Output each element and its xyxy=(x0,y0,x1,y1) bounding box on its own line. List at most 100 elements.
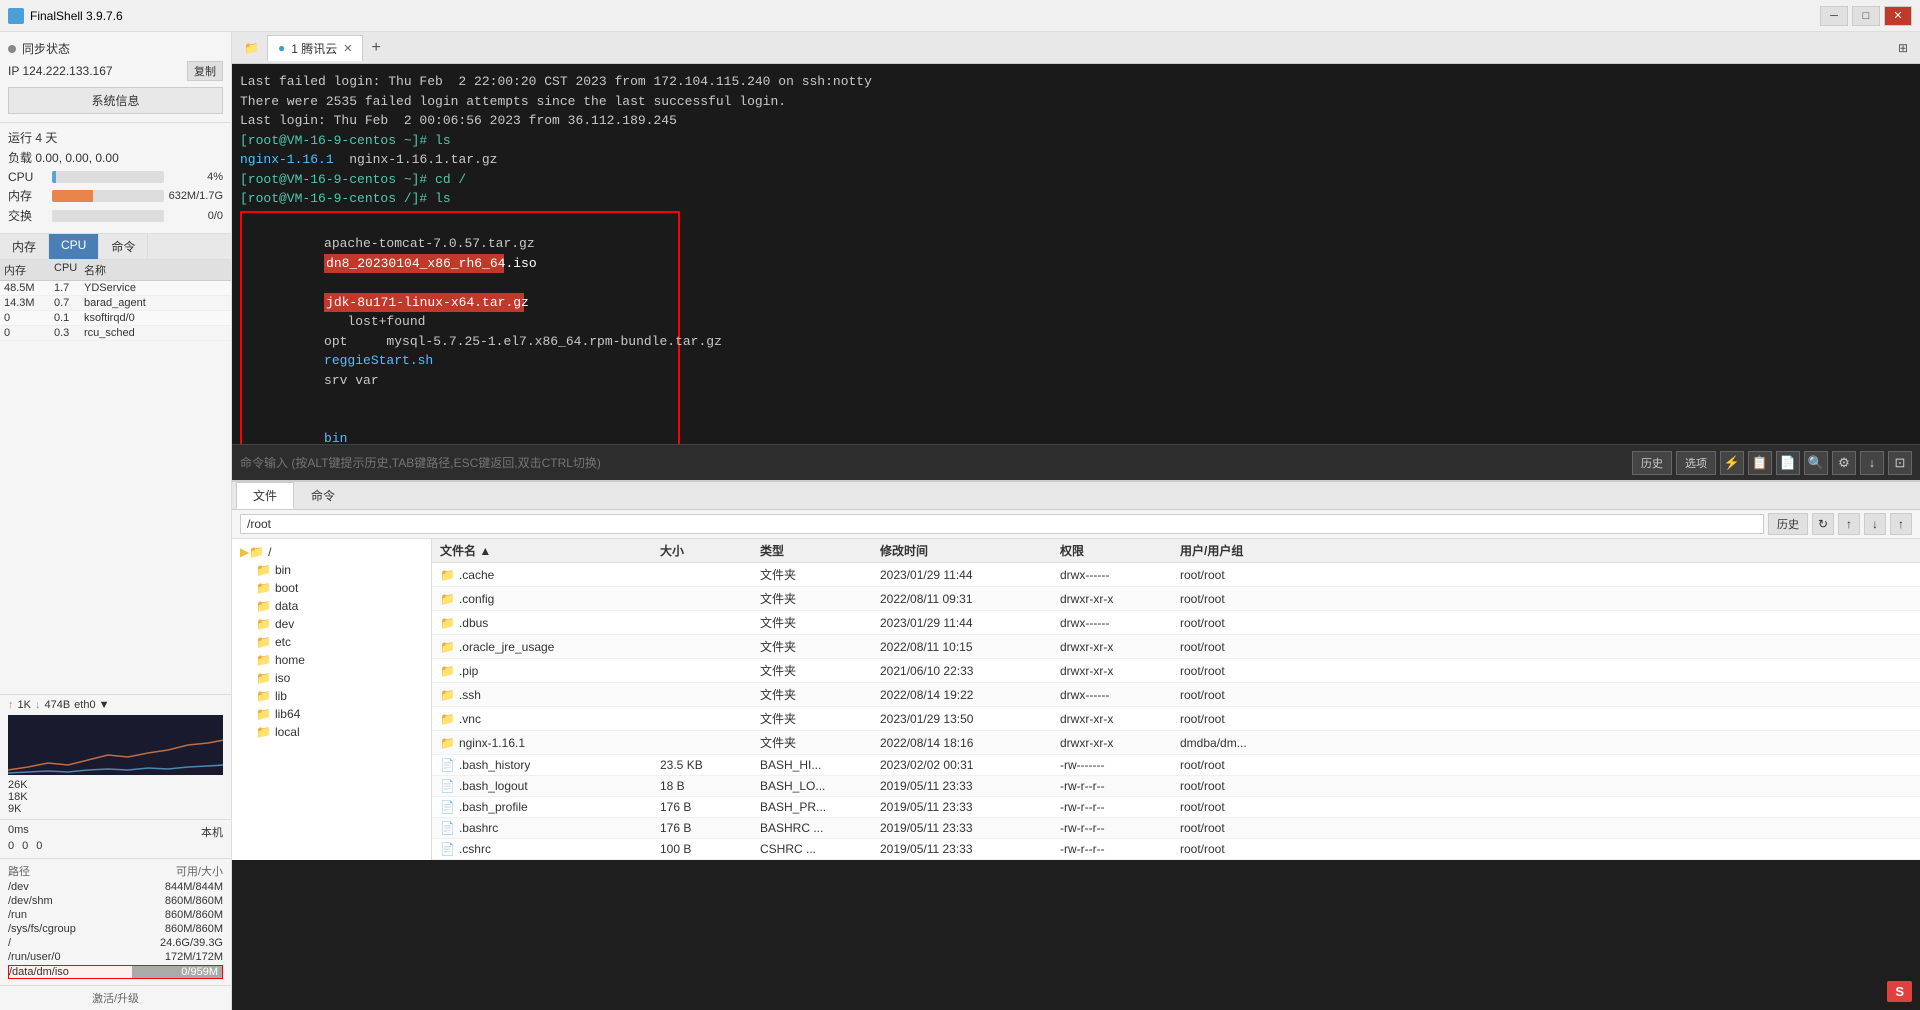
term-ls-row: apache-tomcat-7.0.57.tar.gz dn8_20230104… xyxy=(246,215,674,410)
tree-item-home[interactable]: 📁 home xyxy=(252,651,427,669)
fm-file-modified: 2019/05/11 23:33 xyxy=(872,797,1052,817)
tree-item-data[interactable]: 📁 data xyxy=(252,597,427,615)
fm-file-type: 文件夹 xyxy=(752,707,872,730)
fm-file-modified: 2023/01/29 11:44 xyxy=(872,565,1052,585)
main-tab[interactable]: ● 1 腾讯云 ✕ xyxy=(267,35,363,61)
col-header-type[interactable]: 类型 xyxy=(752,539,872,562)
disk-row-highlighted: /data/dm/iso 0/959M xyxy=(8,965,223,979)
fm-file-perm: -rw-r--r-- xyxy=(1052,818,1172,838)
fm-list-row[interactable]: 📄.cshrc 100 B CSHRC ... 2019/05/11 23:33… xyxy=(432,839,1920,860)
fm-file-owner: root/root xyxy=(1172,637,1292,657)
copy-icon-btn[interactable]: 📋 xyxy=(1748,451,1772,475)
fm-list-row[interactable]: 📁.ssh 文件夹 2022/08/14 19:22 drwx------ ro… xyxy=(432,683,1920,707)
col-header-size[interactable]: 大小 xyxy=(652,539,752,562)
cmd-input[interactable] xyxy=(240,456,1628,470)
close-button[interactable]: ✕ xyxy=(1884,6,1912,26)
terminal[interactable]: Last failed login: Thu Feb 2 22:00:20 CS… xyxy=(232,64,1920,444)
fm-file-perm: drwxr-xr-x xyxy=(1052,733,1172,753)
fm-list-row[interactable]: 📁.cache 文件夹 2023/01/29 11:44 drwx------ … xyxy=(432,563,1920,587)
stats-section: 运行 4 天 负载 0.00, 0.00, 0.00 CPU 4% 内存 632… xyxy=(0,123,231,234)
minimize-button[interactable]: ─ xyxy=(1820,6,1848,26)
col-header-modified[interactable]: 修改时间 xyxy=(872,539,1052,562)
tree-label: data xyxy=(275,599,298,613)
net-scale-26k: 26K xyxy=(8,779,223,791)
gear-icon-btn[interactable]: ⚙ xyxy=(1832,451,1856,475)
tab-mem[interactable]: 内存 xyxy=(0,234,49,259)
folder-icon: ▶📁 xyxy=(240,545,264,559)
tab-cmd[interactable]: 命令 xyxy=(99,234,148,259)
fm-list-row[interactable]: 📁.vnc 文件夹 2023/01/29 13:50 drwxr-xr-x ro… xyxy=(432,707,1920,731)
add-tab-button[interactable]: + xyxy=(363,35,388,61)
file-icon: 📄 xyxy=(440,821,455,835)
history-button[interactable]: 历史 xyxy=(1632,451,1672,475)
paste-icon-btn[interactable]: 📄 xyxy=(1776,451,1800,475)
options-button[interactable]: 选项 xyxy=(1676,451,1716,475)
fm-history-button[interactable]: 历史 xyxy=(1768,513,1808,535)
tree-item-boot[interactable]: 📁 boot xyxy=(252,579,427,597)
maximize-button[interactable]: □ xyxy=(1852,6,1880,26)
fm-download-icon[interactable]: ↓ xyxy=(1864,513,1886,535)
fm-file-size xyxy=(652,692,752,698)
fm-list-row[interactable]: 📁.dbus 文件夹 2023/01/29 11:44 drwx------ r… xyxy=(432,611,1920,635)
search-icon-btn[interactable]: 🔍 xyxy=(1804,451,1828,475)
term-line: Last login: Thu Feb 2 00:06:56 2023 from… xyxy=(240,111,1912,131)
fm-list-row[interactable]: 📄.bash_profile 176 B BASH_PR... 2019/05/… xyxy=(432,797,1920,818)
fm-list-row[interactable]: 📁.oracle_jre_usage 文件夹 2022/08/11 10:15 … xyxy=(432,635,1920,659)
fm-list-row[interactable]: 📄.bashrc 176 B BASHRC ... 2019/05/11 23:… xyxy=(432,818,1920,839)
fm-file-size xyxy=(652,620,752,626)
fm-list-row[interactable]: 📁nginx-1.16.1 文件夹 2022/08/14 18:16 drwxr… xyxy=(432,731,1920,755)
tree-item-bin[interactable]: 📁 bin xyxy=(252,561,427,579)
fm-file-size xyxy=(652,596,752,602)
tree-item-dev[interactable]: 📁 dev xyxy=(252,615,427,633)
fm-list-row[interactable]: 📄.bash_history 23.5 KB BASH_HI... 2023/0… xyxy=(432,755,1920,776)
folder-icon: 📁 xyxy=(440,592,455,606)
fm-tab-files[interactable]: 文件 xyxy=(236,482,294,509)
cpu-progress-bar xyxy=(52,171,164,183)
fm-file-owner: root/root xyxy=(1172,613,1292,633)
folder-icon-button[interactable]: 📁 xyxy=(236,37,267,59)
fm-file-modified: 2022/08/11 10:15 xyxy=(872,637,1052,657)
fm-file-name: 📁nginx-1.16.1 xyxy=(432,733,652,753)
sysinfo-button[interactable]: 系统信息 xyxy=(8,87,223,114)
tree-item-lib64[interactable]: 📁 lib64 xyxy=(252,705,427,723)
fm-upload-icon[interactable]: ↑ xyxy=(1890,513,1912,535)
tree-label: boot xyxy=(275,581,298,595)
fm-list-row[interactable]: 📁.config 文件夹 2022/08/11 09:31 drwxr-xr-x… xyxy=(432,587,1920,611)
fm-list-row[interactable]: 📁.pip 文件夹 2021/06/10 22:33 drwxr-xr-x ro… xyxy=(432,659,1920,683)
tree-item-etc[interactable]: 📁 etc xyxy=(252,633,427,651)
fm-file-size xyxy=(652,644,752,650)
fm-file-modified: 2019/05/11 23:33 xyxy=(872,776,1052,796)
folder-icon: 📁 xyxy=(256,653,271,667)
tab-cpu[interactable]: CPU xyxy=(49,234,99,259)
fm-refresh-icon[interactable]: ↻ xyxy=(1812,513,1834,535)
app-title: FinalShell 3.9.7.6 xyxy=(30,9,1820,23)
col-header-owner[interactable]: 用户/用户组 xyxy=(1172,539,1292,562)
fm-tab-cmd[interactable]: 命令 xyxy=(294,482,352,509)
fm-up-icon[interactable]: ↑ xyxy=(1838,513,1860,535)
mem-value: 632M/1.7G xyxy=(168,190,223,202)
copy-ip-button[interactable]: 复制 xyxy=(187,61,223,81)
grid-view-button[interactable]: ⊞ xyxy=(1890,37,1916,59)
tree-item-lib[interactable]: 📁 lib xyxy=(252,687,427,705)
fm-file-name: 📁.oracle_jre_usage xyxy=(432,637,652,657)
activate-bar[interactable]: 激活/升级 xyxy=(0,985,231,1010)
tab-close-button[interactable]: ✕ xyxy=(343,42,352,55)
tree-root[interactable]: ▶📁 / xyxy=(236,543,427,561)
net-row: ↑ 1K ↓ 474B eth0 ▼ xyxy=(8,699,223,711)
fm-file-perm: drwxr-xr-x xyxy=(1052,661,1172,681)
fm-file-modified: 2022/08/11 09:31 xyxy=(872,589,1052,609)
term-line: [root@VM-16-9-centos /]# ls xyxy=(240,189,1912,209)
col-header-name[interactable]: 文件名 ▲ xyxy=(432,539,652,562)
col-header-perm[interactable]: 权限 xyxy=(1052,539,1172,562)
fm-file-perm: drwx------ xyxy=(1052,685,1172,705)
fm-path-input[interactable] xyxy=(240,514,1764,534)
tree-item-local[interactable]: 📁 local xyxy=(252,723,427,741)
fullscreen-icon-btn[interactable]: ⊡ xyxy=(1888,451,1912,475)
fm-list-row[interactable]: 📄.bash_logout 18 B BASH_LO... 2019/05/11… xyxy=(432,776,1920,797)
sync-dot xyxy=(8,45,16,53)
folder-icon: 📁 xyxy=(256,707,271,721)
tree-item-iso[interactable]: 📁 iso xyxy=(252,669,427,687)
lightning-icon-btn[interactable]: ⚡ xyxy=(1720,451,1744,475)
fm-file-owner: root/root xyxy=(1172,818,1292,838)
download-icon-btn[interactable]: ↓ xyxy=(1860,451,1884,475)
